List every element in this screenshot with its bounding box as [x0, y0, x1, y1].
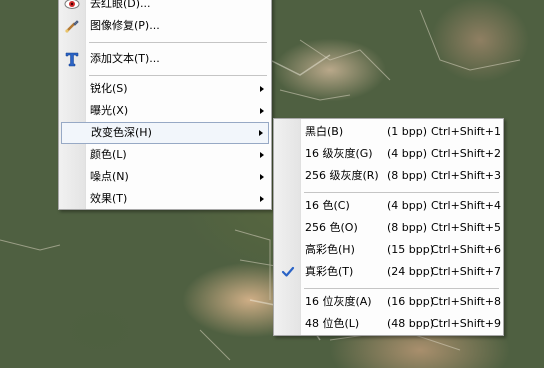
bit-depth-text: (24 bpp): [387, 265, 435, 278]
menu-item-label: 黑白(B): [305, 125, 344, 138]
bit-depth-text: (4 bpp): [387, 199, 428, 212]
menu-item-16-grayscale[interactable]: 16 级灰度(G) (4 bpp) Ctrl+Shift+2: [276, 143, 501, 165]
menu-item-256-grayscale[interactable]: 256 级灰度(R) (8 bpp) Ctrl+Shift+3: [276, 165, 501, 187]
submenu-arrow-icon: [259, 130, 263, 136]
submenu-arrow-icon: [260, 196, 264, 202]
menu-item-noise[interactable]: 噪点(N): [61, 166, 269, 188]
menu-item-label: 颜色(L): [90, 148, 127, 161]
menu-item-high-color[interactable]: 高彩色(H) (15 bpp) Ctrl+Shift+6: [276, 239, 501, 261]
color-depth-submenu: 黑白(B) (1 bpp) Ctrl+Shift+1 16 级灰度(G) (4 …: [273, 118, 504, 336]
submenu-arrow-icon: [260, 152, 264, 158]
checkmark-icon: [281, 266, 295, 277]
menu-item-label: 效果(T): [90, 192, 128, 205]
menu-item-add-text[interactable]: 添加文本(T)...: [61, 48, 269, 70]
shortcut-text: Ctrl+Shift+9: [431, 317, 502, 330]
menu-item-effects[interactable]: 效果(T): [61, 188, 269, 210]
menu-item-remove-red-eye[interactable]: 去红眼(D)...: [61, 0, 269, 15]
menu-item-label: 去红眼(D)...: [90, 0, 151, 10]
menu-item-label: 曝光(X): [90, 104, 129, 117]
bit-depth-text: (15 bpp): [387, 243, 435, 256]
menu-item-black-white[interactable]: 黑白(B) (1 bpp) Ctrl+Shift+1: [276, 121, 501, 143]
menu-item-48bit-color[interactable]: 48 位色(L) (48 bpp) Ctrl+Shift+9: [276, 313, 501, 335]
menu-item-label: 噪点(N): [90, 170, 129, 183]
menu-item-image-repair[interactable]: 图像修复(P)...: [61, 15, 269, 37]
menu-item-true-color[interactable]: 真彩色(T) (24 bpp) Ctrl+Shift+7: [276, 261, 501, 283]
menu-item-label: 添加文本(T)...: [90, 52, 160, 65]
bit-depth-text: (8 bpp): [387, 221, 428, 234]
shortcut-text: Ctrl+Shift+3: [431, 169, 502, 182]
shortcut-text: Ctrl+Shift+6: [431, 243, 502, 256]
menu-item-label: 改变色深(H): [91, 126, 152, 139]
shortcut-text: Ctrl+Shift+4: [431, 199, 502, 212]
shortcut-text: Ctrl+Shift+2: [431, 147, 502, 160]
menu-item-label: 16 级灰度(G): [305, 147, 373, 160]
shortcut-text: Ctrl+Shift+8: [431, 295, 502, 308]
shortcut-text: Ctrl+Shift+5: [431, 221, 502, 234]
menu-item-256-colors[interactable]: 256 色(O) (8 bpp) Ctrl+Shift+5: [276, 217, 501, 239]
bit-depth-text: (8 bpp): [387, 169, 428, 182]
submenu-arrow-icon: [260, 174, 264, 180]
bit-depth-text: (48 bpp): [387, 317, 435, 330]
menu-item-label: 高彩色(H): [305, 243, 355, 256]
repair-brush-icon: [65, 20, 79, 33]
menu-item-exposure[interactable]: 曝光(X): [61, 100, 269, 122]
submenu-arrow-icon: [260, 108, 264, 114]
submenu-arrow-icon: [260, 86, 264, 92]
menu-item-label: 16 色(C): [305, 199, 350, 212]
menu-item-label: 256 色(O): [305, 221, 358, 234]
menu-item-color[interactable]: 颜色(L): [61, 144, 269, 166]
text-t-icon: [65, 52, 79, 67]
menu-separator: [304, 192, 499, 193]
menu-separator: [89, 42, 267, 43]
bit-depth-text: (16 bpp): [387, 295, 435, 308]
menu-item-change-color-depth[interactable]: 改变色深(H): [61, 122, 269, 144]
menu-item-sharpen[interactable]: 锐化(S): [61, 78, 269, 100]
menu-item-label: 图像修复(P)...: [90, 19, 160, 32]
shortcut-text: Ctrl+Shift+7: [431, 265, 502, 278]
menu-item-label: 真彩色(T): [305, 265, 354, 278]
context-menu: 去红眼(D)... 图像修复(P)... 添加文本(T)... 锐化(S) 曝光…: [58, 0, 272, 210]
red-eye-icon: [64, 0, 80, 9]
menu-item-label: 48 位色(L): [305, 317, 360, 330]
menu-item-16-colors[interactable]: 16 色(C) (4 bpp) Ctrl+Shift+4: [276, 195, 501, 217]
bit-depth-text: (1 bpp): [387, 125, 428, 138]
shortcut-text: Ctrl+Shift+1: [431, 125, 502, 138]
menu-item-16bit-grayscale[interactable]: 16 位灰度(A) (16 bpp) Ctrl+Shift+8: [276, 291, 501, 313]
menu-item-label: 256 级灰度(R): [305, 169, 379, 182]
bit-depth-text: (4 bpp): [387, 147, 428, 160]
menu-item-label: 16 位灰度(A): [305, 295, 372, 308]
menu-separator: [89, 75, 267, 76]
menu-item-label: 锐化(S): [90, 82, 128, 95]
menu-separator: [304, 288, 499, 289]
